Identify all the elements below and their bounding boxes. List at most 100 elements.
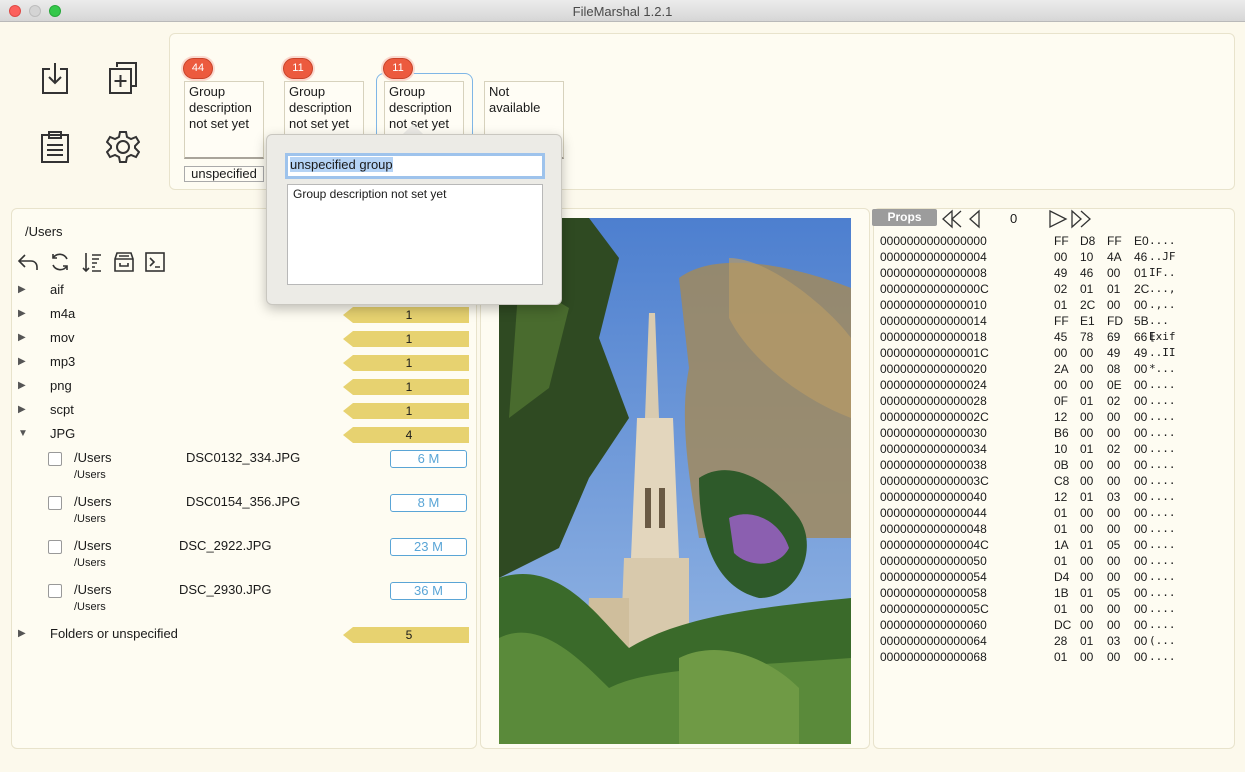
hex-offset: 0000000000000034 — [880, 442, 987, 456]
disclosure-triangle-icon[interactable]: ▶ — [18, 404, 28, 415]
file-checkbox[interactable] — [48, 496, 62, 510]
hex-ascii: IF.. — [1149, 266, 1176, 279]
file-checkbox[interactable] — [48, 540, 62, 554]
disclosure-triangle-icon[interactable]: ▶ — [18, 332, 28, 343]
hex-byte: 00 — [1134, 458, 1148, 472]
group-name-value: unspecified group — [290, 157, 393, 172]
hex-byte: 00 — [1080, 554, 1094, 568]
extension-label: mp3 — [50, 354, 76, 369]
hex-byte: 00 — [1134, 538, 1148, 552]
hex-byte: 1A — [1054, 538, 1069, 552]
hex-byte: B6 — [1054, 426, 1069, 440]
file-size-badge[interactable]: 23 M — [390, 538, 467, 556]
hex-offset: 0000000000000030 — [880, 426, 987, 440]
hex-ascii: .,.. — [1149, 298, 1176, 311]
file-checkbox[interactable] — [48, 452, 62, 466]
hex-byte: 00 — [1134, 378, 1148, 392]
hex-byte: 00 — [1134, 298, 1148, 312]
tree-row-m4a[interactable]: ▶ m4a 1 — [18, 305, 470, 325]
extension-label: aif — [50, 282, 64, 297]
count-tag: 1 — [343, 355, 469, 371]
file-row[interactable]: /Users /Users DSC_2922.JPG 23 M — [48, 538, 470, 578]
count-tag: 4 — [343, 427, 469, 443]
count-tag: 1 — [343, 331, 469, 347]
hex-byte: 00 — [1080, 650, 1094, 664]
hex-offset: 0000000000000010 — [880, 298, 987, 312]
disclosure-triangle-icon[interactable]: ▶ — [18, 356, 28, 367]
hex-ascii: .... — [1149, 378, 1176, 391]
terminal-icon[interactable] — [143, 250, 167, 274]
hex-byte: 49 — [1107, 346, 1121, 360]
group-card[interactable]: Group description not set yet — [184, 81, 264, 159]
tree-row-mp3[interactable]: ▶ mp3 1 — [18, 353, 470, 373]
hex-byte: 00 — [1134, 522, 1148, 536]
group-label[interactable]: unspecified — [184, 166, 264, 182]
hex-byte: 01 — [1080, 442, 1094, 456]
hex-offset: 0000000000000068 — [880, 650, 987, 664]
hex-byte: 00 — [1080, 474, 1094, 488]
file-row[interactable]: /Users /Users DSC_2930.JPG 36 M — [48, 582, 470, 622]
hex-byte: 5B — [1134, 314, 1149, 328]
hex-ascii: .... — [1149, 442, 1176, 455]
file-path: /Users — [74, 494, 112, 509]
file-subpath: /Users — [74, 513, 106, 525]
archive-icon[interactable] — [112, 250, 136, 274]
hex-ascii: .... — [1149, 474, 1176, 487]
hex-byte: 1B — [1054, 586, 1069, 600]
hex-offset: 000000000000002C — [880, 410, 989, 424]
hex-ascii: .... — [1149, 506, 1176, 519]
disclosure-triangle-icon[interactable]: ▶ — [18, 380, 28, 391]
clipboard-icon[interactable] — [35, 127, 75, 167]
back-icon[interactable] — [16, 250, 40, 274]
disclosure-triangle-icon[interactable]: ▶ — [18, 308, 28, 319]
sort-icon[interactable] — [80, 250, 104, 274]
add-copy-icon[interactable] — [103, 58, 143, 98]
hex-byte: 00 — [1107, 266, 1121, 280]
extension-label: scpt — [50, 402, 74, 417]
hex-offset: 0000000000000038 — [880, 458, 987, 472]
file-row[interactable]: /Users /Users DSC0154_356.JPG 8 M — [48, 494, 470, 534]
disclosure-triangle-icon[interactable]: ▶ — [18, 284, 28, 295]
hex-byte: 10 — [1080, 250, 1094, 264]
file-size-badge[interactable]: 36 M — [390, 582, 467, 600]
hex-byte: 00 — [1107, 650, 1121, 664]
refresh-icon[interactable] — [48, 250, 72, 274]
hex-byte: 00 — [1080, 410, 1094, 424]
hex-offset: 0000000000000028 — [880, 394, 987, 408]
hex-byte: 00 — [1134, 602, 1148, 616]
tree-row-jpg[interactable]: ▼ JPG 4 — [18, 425, 470, 445]
props-button[interactable]: Props — [872, 209, 937, 226]
download-icon[interactable] — [35, 58, 75, 98]
last-page-icon[interactable] — [1048, 209, 1092, 229]
hex-byte: 01 — [1054, 602, 1068, 616]
hex-byte: 49 — [1134, 346, 1148, 360]
disclosure-triangle-expanded-icon[interactable]: ▼ — [18, 428, 28, 439]
file-checkbox[interactable] — [48, 584, 62, 598]
hex-byte: 08 — [1107, 362, 1121, 376]
hex-byte: 00 — [1080, 378, 1094, 392]
file-size-badge[interactable]: 8 M — [390, 494, 467, 512]
tree-row-mov[interactable]: ▶ mov 1 — [18, 329, 470, 349]
disclosure-triangle-icon[interactable]: ▶ — [18, 628, 28, 639]
group-description-textarea[interactable]: Group description not set yet — [287, 184, 543, 285]
hex-byte: 00 — [1107, 602, 1121, 616]
hex-offset: 0000000000000054 — [880, 570, 987, 584]
tree-row-scpt[interactable]: ▶ scpt 1 — [18, 401, 470, 421]
tree-row-folders[interactable]: ▶ Folders or unspecified 5 — [18, 625, 470, 645]
file-size-badge[interactable]: 6 M — [390, 450, 467, 468]
file-row[interactable]: /Users /Users DSC0132_334.JPG 6 M — [48, 450, 470, 490]
hex-ascii: .... — [1149, 538, 1176, 551]
settings-icon[interactable] — [103, 127, 143, 167]
hex-offset: 0000000000000064 — [880, 634, 987, 648]
hex-byte: 45 — [1054, 330, 1068, 344]
hex-byte: 02 — [1107, 442, 1121, 456]
first-page-icon[interactable] — [941, 209, 981, 229]
hex-byte: 00 — [1134, 394, 1148, 408]
hex-byte: 00 — [1134, 426, 1148, 440]
hex-offset: 000000000000000C — [880, 282, 989, 296]
file-name: DSC0154_356.JPG — [186, 494, 301, 509]
hex-byte: 01 — [1054, 506, 1068, 520]
current-path: /Users — [25, 224, 63, 239]
group-name-input[interactable]: unspecified group — [285, 153, 545, 179]
tree-row-png[interactable]: ▶ png 1 — [18, 377, 470, 397]
